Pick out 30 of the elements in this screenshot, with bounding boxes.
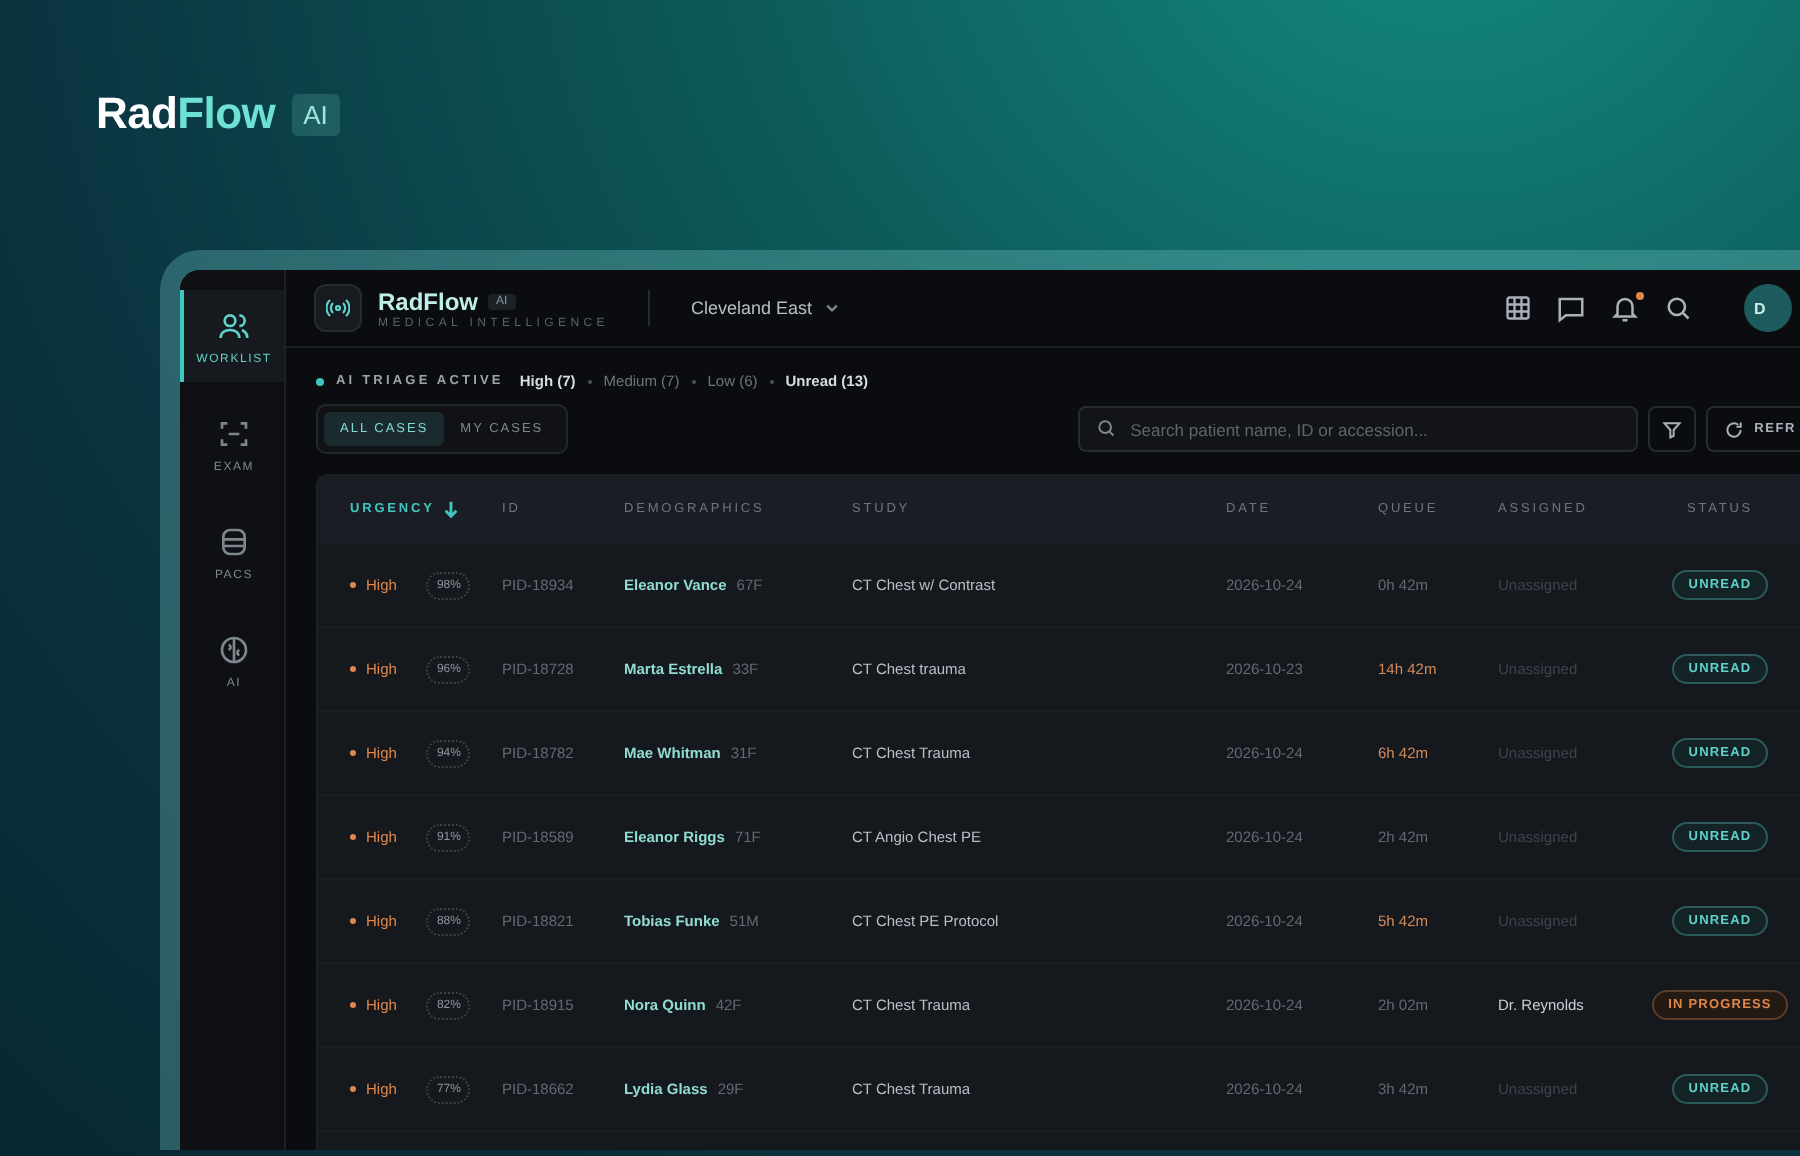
filter-icon: [1662, 419, 1683, 439]
search-icon: [1096, 418, 1117, 438]
urgency-dot: [350, 666, 356, 672]
brain-icon: [218, 634, 250, 666]
scan-icon: [218, 418, 250, 450]
urgency-dot: [350, 750, 356, 756]
refresh-icon: [1724, 419, 1745, 439]
urgency-dot: [350, 582, 356, 588]
user-avatar[interactable]: D: [1744, 284, 1792, 332]
ai-badge: AI: [291, 93, 340, 135]
urgency-dot: [350, 1002, 356, 1008]
location-selector[interactable]: Cleveland East: [690, 298, 813, 318]
urgency-dot: [350, 834, 356, 840]
chat-icon[interactable]: [1556, 293, 1586, 323]
status-dot: [316, 377, 324, 385]
urgency-dot: [350, 918, 356, 924]
search-icon[interactable]: [1664, 294, 1692, 322]
urgency-dot: [350, 1086, 356, 1092]
users-icon: [218, 310, 250, 342]
signal-waves-icon: [326, 296, 350, 320]
search-field[interactable]: Search patient name, ID or accession...: [1078, 406, 1639, 452]
bell-icon: [1610, 293, 1640, 323]
database-icon: [218, 526, 250, 558]
caret-icon: [824, 300, 841, 316]
sort-arrow-icon: [442, 500, 461, 518]
app-name: RadFlow: [378, 287, 478, 315]
notifications-button[interactable]: [1610, 293, 1640, 323]
brand-logo: RadFlow: [96, 88, 276, 140]
filter-button[interactable]: [1648, 406, 1697, 452]
grid-icon[interactable]: [1504, 294, 1532, 322]
